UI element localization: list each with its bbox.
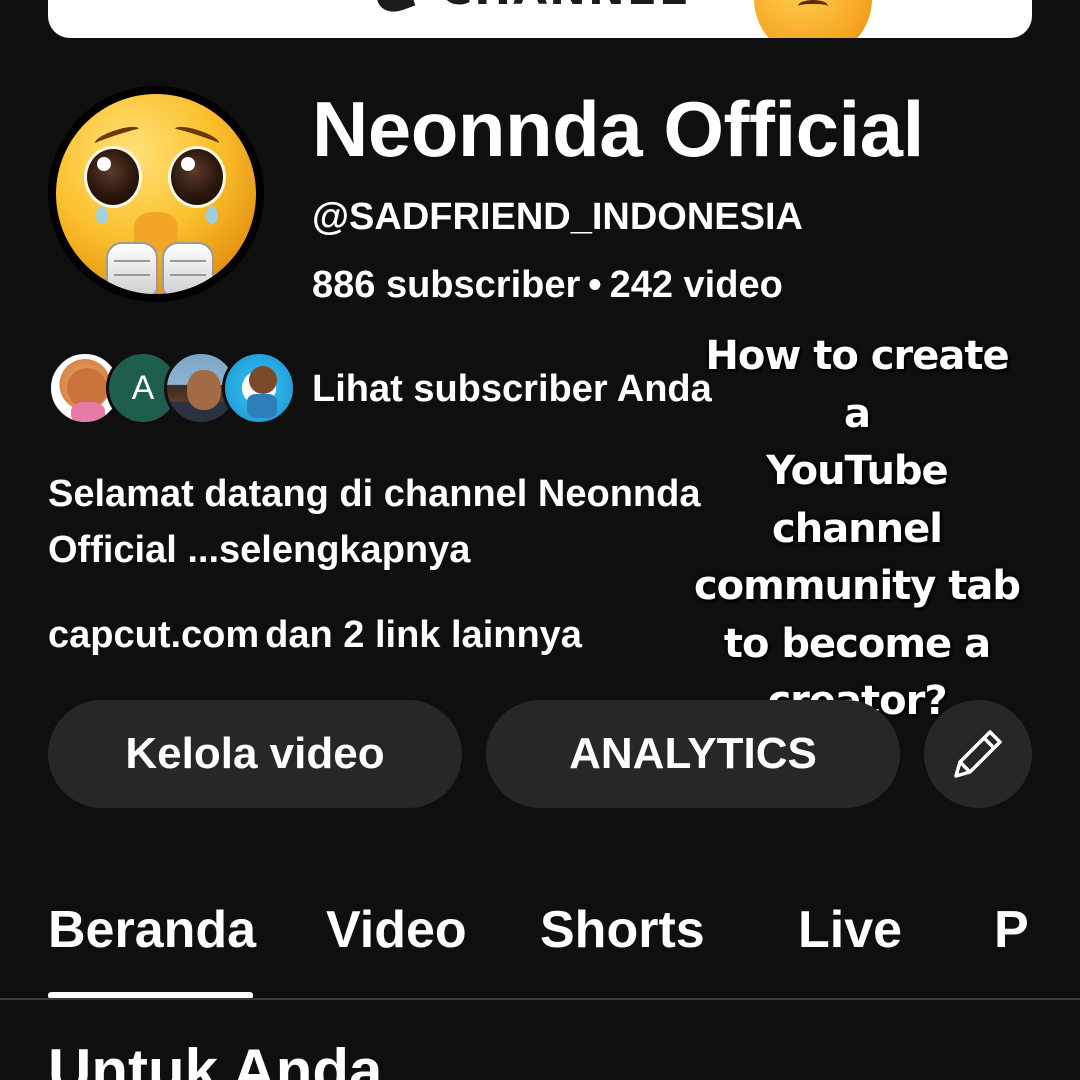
- overlay-caption: How to create a YouTube channel communit…: [692, 328, 1022, 731]
- leaf-icon: [374, 0, 416, 18]
- channel-handle: @SADFRIEND_INDONESIA: [312, 196, 803, 238]
- overlay-line: to become a: [723, 620, 991, 667]
- banner-text: CHANNEL: [440, 0, 689, 15]
- pencil-icon: [954, 730, 1002, 778]
- channel-stats: 886 subscriber • 242 video: [312, 264, 783, 307]
- overlay-line: How to create a: [705, 333, 1009, 437]
- view-subscribers-label: Lihat subscriber Anda: [312, 368, 712, 410]
- overlay-line: community tab: [693, 563, 1021, 609]
- tab-live[interactable]: Live: [798, 900, 902, 960]
- channel-avatar[interactable]: [48, 86, 264, 302]
- channel-name: Neonnda Official: [312, 85, 924, 173]
- overlay-line: YouTube: [766, 448, 948, 494]
- stats-separator: •: [588, 264, 602, 306]
- video-count: 242 video: [609, 264, 783, 306]
- channel-page: CHANNEL Neonnda Official @SADFRIEND_INDO…: [0, 0, 1080, 1080]
- subscriber-count: 886 subscriber: [312, 264, 581, 306]
- pleading-emoji-icon: [56, 94, 256, 294]
- tab-playlist[interactable]: P: [994, 900, 1029, 960]
- tab-video[interactable]: Video: [326, 900, 467, 960]
- tab-divider: [0, 998, 1080, 1000]
- more-links[interactable]: dan 2 link lainnya: [265, 614, 582, 656]
- channel-links[interactable]: capcut.com dan 2 link lainnya: [48, 614, 582, 657]
- overlay-line: channel: [772, 505, 943, 552]
- channel-tabs: Beranda Video Shorts Live P: [48, 894, 1032, 1002]
- edit-channel-button[interactable]: [924, 700, 1032, 808]
- manage-videos-button[interactable]: Kelola video: [48, 700, 462, 808]
- crying-emoji-icon: [754, 0, 872, 38]
- section-title: Untuk Anda: [48, 1037, 383, 1080]
- tab-shorts[interactable]: Shorts: [540, 900, 705, 960]
- channel-description[interactable]: Selamat datang di channel Neonnda Offici…: [48, 466, 728, 578]
- tab-beranda[interactable]: Beranda: [48, 900, 256, 960]
- subscriber-avatar: [222, 351, 296, 425]
- analytics-button[interactable]: ANALYTICS: [486, 700, 900, 808]
- view-subscribers-row[interactable]: A Lihat subscriber Anda: [48, 348, 728, 428]
- channel-banner[interactable]: CHANNEL: [48, 0, 1032, 38]
- primary-link[interactable]: capcut.com: [48, 614, 259, 656]
